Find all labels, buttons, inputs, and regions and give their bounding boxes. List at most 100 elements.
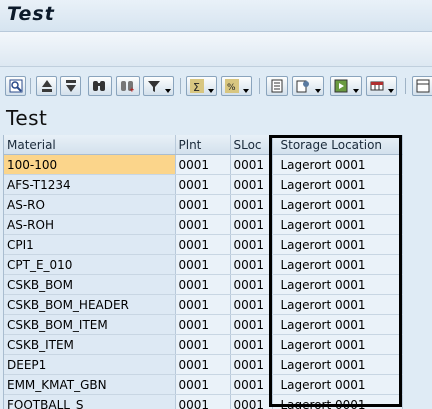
- cell-plant[interactable]: 0001: [175, 174, 231, 195]
- cell-sloc[interactable]: 0001: [230, 194, 273, 215]
- cell-storage-location[interactable]: Lagerort 0001: [272, 334, 403, 355]
- cell-material[interactable]: AS-RO: [4, 194, 176, 215]
- cell-plant[interactable]: 0001: [175, 294, 231, 315]
- cell-material[interactable]: CPI1: [4, 234, 176, 255]
- column-header-material[interactable]: Material: [4, 135, 176, 155]
- cell-sloc[interactable]: 0001: [230, 394, 273, 409]
- table-row[interactable]: 100-100 0001 0001 Lagerort 0001: [4, 154, 403, 175]
- chevron-down-icon: [388, 89, 394, 93]
- abc-analysis-button[interactable]: [412, 76, 432, 96]
- table-row[interactable]: AFS-T1234 0001 0001 Lagerort 0001: [4, 174, 403, 195]
- cell-material[interactable]: CSKB_BOM_ITEM: [4, 314, 176, 335]
- cell-sloc[interactable]: 0001: [230, 234, 273, 255]
- cell-sloc[interactable]: 0001: [230, 274, 273, 295]
- cell-storage-location[interactable]: Lagerort 0001: [272, 274, 403, 295]
- sum-icon: Σ: [190, 79, 204, 93]
- cell-plant[interactable]: 0001: [175, 254, 231, 275]
- svg-text:+: +: [129, 86, 134, 93]
- cell-storage-location[interactable]: Lagerort 0001: [272, 294, 403, 315]
- cell-sloc[interactable]: 0001: [230, 154, 273, 175]
- subtotal-button[interactable]: %: [221, 76, 252, 96]
- cell-material[interactable]: DEEP1: [4, 354, 176, 375]
- cell-storage-location[interactable]: Lagerort 0001: [272, 354, 403, 375]
- cell-sloc[interactable]: 0001: [230, 214, 273, 235]
- table-row[interactable]: CSKB_ITEM 0001 0001 Lagerort 0001: [4, 334, 403, 355]
- cell-plant[interactable]: 0001: [175, 374, 231, 395]
- cell-sloc[interactable]: 0001: [230, 254, 273, 275]
- chevron-down-icon: [353, 89, 359, 93]
- print-preview-icon: [271, 79, 283, 93]
- table-row[interactable]: CPI1 0001 0001 Lagerort 0001: [4, 234, 403, 255]
- column-header-storage-location[interactable]: Storage Location: [272, 135, 403, 155]
- table-row[interactable]: CPT_E_010 0001 0001 Lagerort 0001: [4, 254, 403, 275]
- spreadsheet-icon: [334, 79, 348, 93]
- filter-icon: [148, 81, 160, 92]
- cell-material[interactable]: CSKB_BOM: [4, 274, 176, 295]
- table-row[interactable]: FOOTBALL_S 0001 0001 Lagerort 0001: [4, 394, 403, 409]
- cell-storage-location[interactable]: Lagerort 0001: [272, 234, 403, 255]
- sum-button[interactable]: Σ: [186, 76, 217, 96]
- cell-storage-location[interactable]: Lagerort 0001: [272, 374, 403, 395]
- cell-sloc[interactable]: 0001: [230, 314, 273, 335]
- details-icon: [9, 79, 23, 93]
- change-layout-button[interactable]: [366, 76, 397, 96]
- find-next-button[interactable]: +: [116, 76, 140, 96]
- print-preview-button[interactable]: [266, 76, 288, 96]
- cell-material[interactable]: AS-ROH: [4, 214, 176, 235]
- table-row[interactable]: DEEP1 0001 0001 Lagerort 0001: [4, 354, 403, 375]
- cell-plant[interactable]: 0001: [175, 394, 231, 409]
- table-row[interactable]: CSKB_BOM_HEADER 0001 0001 Lagerort 0001: [4, 294, 403, 315]
- cell-plant[interactable]: 0001: [175, 334, 231, 355]
- cell-storage-location[interactable]: Lagerort 0001: [272, 194, 403, 215]
- column-header-plant[interactable]: Plnt: [175, 135, 231, 155]
- cell-material[interactable]: AFS-T1234: [4, 174, 176, 195]
- cell-material[interactable]: EMM_KMAT_GBN: [4, 374, 176, 395]
- cell-material[interactable]: FOOTBALL_S: [4, 394, 176, 409]
- toolbar-separator: [180, 78, 181, 94]
- cell-plant[interactable]: 0001: [175, 234, 231, 255]
- sort-descending-button[interactable]: [60, 76, 81, 96]
- cell-plant[interactable]: 0001: [175, 154, 231, 175]
- cell-plant[interactable]: 0001: [175, 194, 231, 215]
- column-header-sloc[interactable]: SLoc: [230, 135, 273, 155]
- spreadsheet-button[interactable]: [330, 76, 362, 96]
- cell-material[interactable]: 100-100: [4, 154, 176, 175]
- table-row[interactable]: AS-RO 0001 0001 Lagerort 0001: [4, 194, 403, 215]
- find-button[interactable]: [88, 76, 112, 96]
- cell-sloc[interactable]: 0001: [230, 374, 273, 395]
- cell-storage-location[interactable]: Lagerort 0001: [272, 314, 403, 335]
- subtotal-icon: %: [225, 79, 239, 93]
- title-bar: Test: [0, 0, 432, 32]
- table-row[interactable]: CSKB_BOM_ITEM 0001 0001 Lagerort 0001: [4, 314, 403, 335]
- table-row[interactable]: EMM_KMAT_GBN 0001 0001 Lagerort 0001: [4, 374, 403, 395]
- cell-storage-location[interactable]: Lagerort 0001: [272, 154, 403, 175]
- export-button[interactable]: [292, 76, 324, 96]
- cell-sloc[interactable]: 0001: [230, 334, 273, 355]
- cell-material[interactable]: CSKB_ITEM: [4, 334, 176, 355]
- cell-sloc[interactable]: 0001: [230, 294, 273, 315]
- cell-material[interactable]: CPT_E_010: [4, 254, 176, 275]
- export-icon: [296, 80, 309, 93]
- toolbar-separator: [259, 78, 260, 94]
- table-row[interactable]: AS-ROH 0001 0001 Lagerort 0001: [4, 214, 403, 235]
- cell-plant[interactable]: 0001: [175, 274, 231, 295]
- details-button[interactable]: [5, 76, 26, 96]
- chevron-down-icon: [208, 89, 214, 93]
- filter-button[interactable]: [143, 76, 174, 96]
- cell-storage-location[interactable]: Lagerort 0001: [272, 394, 403, 409]
- cell-storage-location[interactable]: Lagerort 0001: [272, 254, 403, 275]
- window-title: Test: [7, 3, 55, 25]
- cell-sloc[interactable]: 0001: [230, 354, 273, 375]
- svg-text:Σ: Σ: [193, 81, 200, 93]
- cell-storage-location[interactable]: Lagerort 0001: [272, 174, 403, 195]
- cell-storage-location[interactable]: Lagerort 0001: [272, 214, 403, 235]
- cell-plant[interactable]: 0001: [175, 314, 231, 335]
- table-row[interactable]: CSKB_BOM 0001 0001 Lagerort 0001: [4, 274, 403, 295]
- cell-material[interactable]: CSKB_BOM_HEADER: [4, 294, 176, 315]
- alv-toolbar: + Σ %: [0, 72, 432, 100]
- cell-plant[interactable]: 0001: [175, 214, 231, 235]
- sort-ascending-button[interactable]: [36, 76, 57, 96]
- cell-sloc[interactable]: 0001: [230, 174, 273, 195]
- svg-text:%: %: [227, 83, 236, 93]
- cell-plant[interactable]: 0001: [175, 354, 231, 375]
